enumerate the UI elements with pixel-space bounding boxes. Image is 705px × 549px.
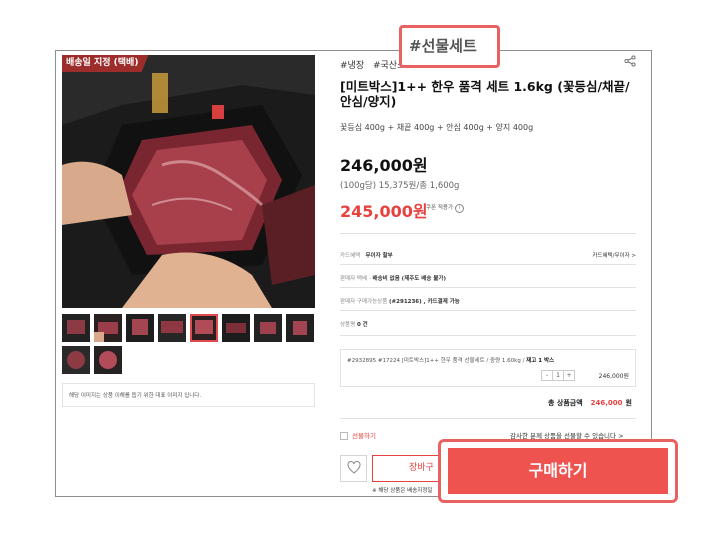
divider: [340, 310, 636, 311]
card-benefit-value: 무이자 할부: [365, 253, 393, 259]
thumbnail[interactable]: [222, 314, 250, 342]
divider: [340, 287, 636, 288]
card-benefit-label: 카드혜택: [340, 253, 361, 259]
main-product-image[interactable]: [62, 55, 315, 308]
total-amount: 246,000: [590, 399, 623, 407]
original-price: 246,000원: [340, 156, 428, 175]
share-icon[interactable]: [624, 55, 636, 67]
shipping-value: 배송비 없음 (제주도 배송 불가): [372, 276, 446, 282]
option-stock: 재고 1 박스: [526, 358, 555, 364]
info-icon[interactable]: i: [455, 204, 465, 213]
coupon-price: 245,000원: [340, 202, 428, 221]
product-composition: 꽃등심 400g + 채끝 400g + 안심 400g + 양지 400g: [340, 123, 534, 132]
shipping-row: 판매자 택배 - 배송비 없음 (제주도 배송 불가): [340, 276, 446, 282]
thumbnail-selected[interactable]: [190, 314, 218, 342]
total-label: 총 상품금액: [548, 399, 583, 407]
divider: [340, 335, 636, 336]
unit-price: (100g당) 15,375원/총 1,600g: [340, 181, 460, 191]
tag-chilled[interactable]: #냉장: [340, 61, 364, 71]
total-unit: 원: [625, 399, 632, 407]
option-description: #2932895 #17224 [미트박스]1++ 한우 품격 선물세트 / 중…: [347, 356, 554, 364]
delivery-footnote: ※ 해당 상품은 배송지정일: [372, 488, 433, 494]
divider: [340, 233, 636, 234]
quantity-stepper: - 1 +: [541, 370, 575, 381]
seller-row: 판매자 구매가능상품 (#291236) , 카드결제 가능: [340, 297, 636, 305]
shipping-label: 판매자 택배: [340, 276, 368, 282]
coupon-label: 쿠폰 적용가 i: [426, 203, 465, 213]
review-label: 상품평: [340, 322, 356, 328]
qty-minus-button[interactable]: -: [542, 371, 553, 380]
total-price: 총 상품금액 246,000 원: [548, 398, 632, 408]
qty-value[interactable]: 1: [553, 371, 564, 380]
thumbnail[interactable]: [158, 314, 186, 342]
thumbnail[interactable]: [62, 346, 90, 374]
seller-value: (#291236) , 카드결제 가능: [389, 299, 460, 305]
divider: [340, 418, 636, 419]
heart-icon[interactable]: [340, 455, 367, 482]
product-title: [미트박스]1++ 한우 품격 세트 1.6kg (꽃등심/채끝/안심/양지): [340, 79, 630, 109]
thumbnail[interactable]: [286, 314, 314, 342]
qty-plus-button[interactable]: +: [564, 371, 574, 380]
review-count: 0 건: [356, 322, 368, 328]
delivery-ribbon: 배송일 지정 (택배): [62, 55, 149, 72]
divider: [340, 264, 636, 265]
card-benefit-link[interactable]: 카드혜택/무이자 >: [592, 251, 636, 259]
selected-option: #2932895 #17224 [미트박스]1++ 한우 품격 선물세트 / 중…: [340, 349, 636, 387]
review-row[interactable]: 상품평 0 건: [340, 320, 636, 328]
gallery-notice: 해당 이미지는 상품 이해를 돕기 위한 대표 이미지 입니다.: [62, 383, 315, 407]
thumbnail[interactable]: [62, 314, 90, 342]
coupon-label-text: 쿠폰 적용가: [426, 205, 454, 211]
option-price: 246,000원: [598, 373, 629, 380]
gift-set-tag-callout[interactable]: #선물세트: [399, 25, 500, 68]
thumbnail[interactable]: [126, 314, 154, 342]
gift-option[interactable]: 선물하기: [340, 430, 376, 440]
buy-now-button[interactable]: 구매하기: [448, 448, 668, 494]
thumbnail[interactable]: [254, 314, 282, 342]
thumbnail[interactable]: [94, 346, 122, 374]
seller-label: 판매자 구매가능상품: [340, 299, 388, 305]
card-benefit-row: 카드혜택 무이자 할부 카드혜택/무이자 >: [340, 251, 636, 259]
gift-label: 선물하기: [352, 432, 376, 440]
thumbnail[interactable]: [94, 314, 122, 342]
gift-checkbox[interactable]: [340, 432, 348, 440]
option-text: #2932895 #17224 [미트박스]1++ 한우 품격 선물세트 / 중…: [347, 358, 527, 364]
